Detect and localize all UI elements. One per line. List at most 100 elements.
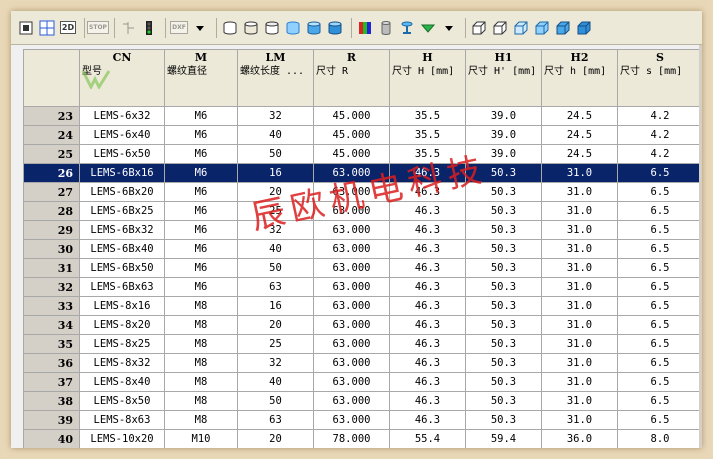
table-cell[interactable]: 6.5 [617, 277, 702, 297]
green-arrow-icon[interactable] [419, 19, 437, 37]
cylinder-blue-icon[interactable] [284, 19, 302, 37]
vertical-scrollbar[interactable] [699, 45, 702, 448]
table-cell[interactable]: 63.000 [313, 353, 390, 373]
table-cell[interactable]: 50.3 [465, 239, 542, 259]
table-row[interactable]: 23 LEMS-6x32 M6 32 45.000 35.5 39.0 24.5 4.2 [23, 106, 702, 126]
table-cell[interactable]: 6.5 [617, 296, 702, 316]
table-row[interactable]: 36 LEMS-8x32 M8 32 63.000 46.3 50.3 31.0 6.5 [23, 353, 702, 373]
table-cell[interactable]: 25 [237, 201, 314, 221]
table-cell[interactable]: 24.5 [541, 125, 618, 145]
table-cell[interactable]: 63.000 [313, 258, 390, 278]
row-number[interactable]: 31 [23, 258, 80, 278]
grid-view-icon[interactable] [38, 19, 56, 37]
table-cell[interactable]: 46.3 [389, 391, 466, 411]
table-cell[interactable]: 50.3 [465, 410, 542, 430]
table-cell[interactable]: 4.2 [617, 144, 702, 164]
table-cell[interactable]: 6.5 [617, 258, 702, 278]
table-row[interactable]: 31 LEMS-6Bx50 M6 50 63.000 46.3 50.3 31.0 6.5 [23, 258, 702, 278]
table-cell[interactable]: 46.3 [389, 182, 466, 202]
dropdown-arrow-icon[interactable] [191, 19, 209, 37]
table-cell[interactable]: 63.000 [313, 315, 390, 335]
table-cell[interactable]: 6.5 [617, 163, 702, 183]
table-cell[interactable]: 46.3 [389, 239, 466, 259]
table-cell[interactable]: LEMS-8x16 [79, 296, 165, 316]
table-cell[interactable]: 31.0 [541, 258, 618, 278]
table-cell[interactable]: 50.3 [465, 296, 542, 316]
table-cell[interactable]: LEMS-8x25 [79, 334, 165, 354]
table-cell[interactable]: 20 [237, 182, 314, 202]
table-cell[interactable]: 50 [237, 144, 314, 164]
table-row[interactable]: 25 LEMS-6x50 M6 50 45.000 35.5 39.0 24.5 4.2 [23, 144, 702, 164]
table-cell[interactable]: 31.0 [541, 391, 618, 411]
table-cell[interactable]: 63 [237, 410, 314, 430]
table-cell[interactable]: 78.000 [313, 429, 390, 448]
column-header-lm[interactable]: LM 螺纹长度 ... [237, 49, 314, 107]
column-header-h1[interactable]: H1 尺寸 H' [mm] [465, 49, 542, 107]
table-cell[interactable]: M8 [164, 334, 238, 354]
table-cell[interactable]: 45.000 [313, 144, 390, 164]
table-cell[interactable]: 50.3 [465, 277, 542, 297]
table-cell[interactable]: 25 [237, 334, 314, 354]
table-cell[interactable]: 6.5 [617, 315, 702, 335]
table-cell[interactable]: 50.3 [465, 372, 542, 392]
table-cell[interactable]: M6 [164, 163, 238, 183]
table-cell[interactable]: 6.5 [617, 182, 702, 202]
table-cell[interactable]: 46.3 [389, 410, 466, 430]
table-cell[interactable]: M8 [164, 410, 238, 430]
table-row[interactable]: 34 LEMS-8x20 M8 20 63.000 46.3 50.3 31.0 6.5 [23, 315, 702, 335]
table-cell[interactable]: M6 [164, 106, 238, 126]
row-number[interactable]: 30 [23, 239, 80, 259]
table-cell[interactable]: 31.0 [541, 410, 618, 430]
table-cell[interactable]: M8 [164, 372, 238, 392]
table-cell[interactable]: 63.000 [313, 220, 390, 240]
table-cell[interactable]: M8 [164, 391, 238, 411]
table-cell[interactable]: 32 [237, 353, 314, 373]
table-cell[interactable]: 31.0 [541, 353, 618, 373]
table-cell[interactable]: 4.2 [617, 125, 702, 145]
table-cell[interactable]: LEMS-6Bx40 [79, 239, 165, 259]
row-number[interactable]: 29 [23, 220, 80, 240]
table-cell[interactable]: 31.0 [541, 220, 618, 240]
row-number[interactable]: 32 [23, 277, 80, 297]
table-cell[interactable]: 46.3 [389, 277, 466, 297]
table-cell[interactable]: LEMS-6Bx32 [79, 220, 165, 240]
table-cell[interactable]: 46.3 [389, 220, 466, 240]
table-cell[interactable]: M8 [164, 296, 238, 316]
table-cell[interactable]: 46.3 [389, 353, 466, 373]
table-cell[interactable]: 63.000 [313, 182, 390, 202]
table-cell[interactable]: 31.0 [541, 163, 618, 183]
table-cell[interactable]: 63.000 [313, 372, 390, 392]
table-cell[interactable]: 31.0 [541, 296, 618, 316]
table-cell[interactable]: 45.000 [313, 106, 390, 126]
table-cell[interactable]: LEMS-6x32 [79, 106, 165, 126]
table-cell[interactable]: 8.0 [617, 429, 702, 448]
row-number[interactable]: 27 [23, 182, 80, 202]
table-cell[interactable]: 50.3 [465, 163, 542, 183]
table-cell[interactable]: 31.0 [541, 372, 618, 392]
table-cell[interactable]: 39.0 [465, 144, 542, 164]
cylinder-shaded-icon[interactable] [326, 19, 344, 37]
column-header-cn[interactable]: CN 型号 [79, 49, 165, 107]
cylinder-open-icon[interactable] [242, 19, 260, 37]
table-cell[interactable]: 63.000 [313, 239, 390, 259]
table-cell[interactable]: LEMS-8x50 [79, 391, 165, 411]
table-cell[interactable]: 24.5 [541, 106, 618, 126]
cylinder-view-icon[interactable] [221, 19, 239, 37]
2d-icon[interactable]: 2D [59, 19, 77, 37]
table-cell[interactable]: 6.5 [617, 201, 702, 221]
cylinder-solid-icon[interactable] [305, 19, 323, 37]
row-number[interactable]: 24 [23, 125, 80, 145]
row-number[interactable]: 23 [23, 106, 80, 126]
table-row[interactable]: 24 LEMS-6x40 M6 40 45.000 35.5 39.0 24.5 4.2 [23, 125, 702, 145]
table-cell[interactable]: 46.3 [389, 334, 466, 354]
table-cell[interactable]: 46.3 [389, 201, 466, 221]
table-cell[interactable]: M6 [164, 144, 238, 164]
row-number[interactable]: 28 [23, 201, 80, 221]
table-cell[interactable]: 6.5 [617, 353, 702, 373]
table-cell[interactable]: 39.0 [465, 106, 542, 126]
table-cell[interactable]: LEMS-10x20 [79, 429, 165, 448]
table-cell[interactable]: 46.3 [389, 163, 466, 183]
row-number[interactable]: 26 [23, 163, 80, 183]
table-cell[interactable]: 16 [237, 296, 314, 316]
table-cell[interactable]: 40 [237, 239, 314, 259]
